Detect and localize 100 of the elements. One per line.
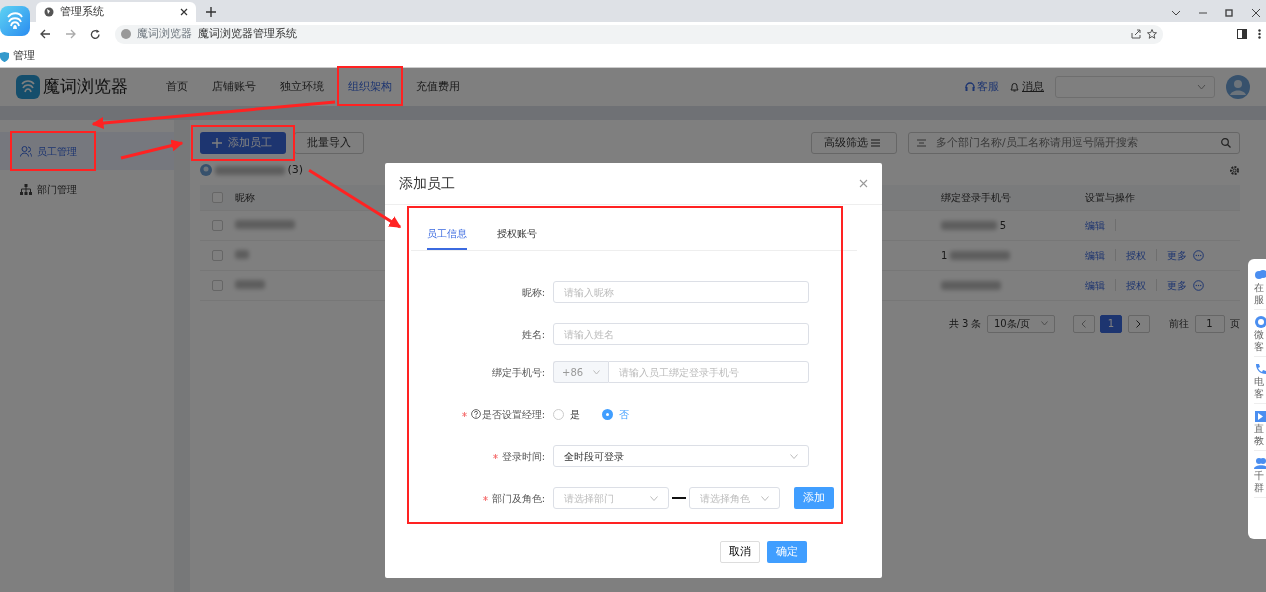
play-icon[interactable] — [1254, 410, 1266, 423]
add-employee-button[interactable]: 添加员工 — [200, 132, 286, 154]
goto-label: 前往 — [1169, 317, 1189, 331]
checkbox[interactable] — [212, 279, 223, 291]
action-link[interactable]: 更多 — [1167, 277, 1187, 293]
star-icon[interactable] — [1146, 29, 1157, 39]
annotation-arrow — [120, 139, 184, 160]
url-text: 魔词浏览器管理系统 — [198, 25, 297, 42]
checkbox[interactable] — [212, 191, 223, 203]
address-bar[interactable]: 魔词浏览器 魔词浏览器管理系统 — [115, 24, 1163, 44]
close-icon[interactable] — [180, 8, 188, 16]
nav-link[interactable]: 店铺账号 — [200, 68, 268, 106]
action-link[interactable]: 更多 — [1167, 247, 1187, 263]
sidebar-icon[interactable] — [1236, 29, 1247, 39]
add-button[interactable]: 添加 — [794, 487, 834, 509]
panel-text: 微 — [1254, 329, 1265, 341]
browser-tab[interactable]: 管理系统 — [36, 2, 196, 22]
chat-icon[interactable] — [1254, 316, 1266, 329]
radio-option[interactable]: 是 — [553, 406, 580, 422]
chevron-down-icon — [593, 369, 600, 375]
total-text: 共 3 条 — [948, 317, 982, 331]
phone-icon[interactable] — [1254, 363, 1266, 376]
field-label: 部门及角色: — [491, 491, 545, 506]
sidebar-item[interactable]: 员工管理 — [0, 132, 174, 170]
people-icon[interactable] — [1254, 457, 1266, 470]
close-icon[interactable] — [1250, 9, 1261, 17]
list-icon — [917, 139, 926, 147]
blurred-text — [950, 250, 1011, 260]
action-link[interactable]: 授权 — [1126, 247, 1146, 263]
hierarchy-icon — [20, 183, 32, 195]
country-code-select[interactable]: +86 — [553, 361, 608, 383]
panel-text: 直 — [1254, 423, 1265, 435]
filter-button[interactable]: 高级筛选 — [811, 132, 897, 154]
blurred-text — [235, 279, 265, 289]
blurred-text — [941, 220, 997, 230]
sidebar-item[interactable]: 部门管理 — [0, 170, 174, 208]
radio-option[interactable]: 否 — [602, 406, 629, 422]
share-icon[interactable] — [1131, 29, 1141, 39]
minimize-icon[interactable] — [1197, 9, 1208, 17]
dialog-title: 添加员工 — [399, 174, 455, 193]
shield-icon — [0, 51, 9, 62]
chevron-down-icon — [1197, 84, 1206, 90]
chevron-down-icon — [790, 453, 798, 459]
more-circle-icon[interactable] — [1193, 249, 1204, 261]
tab[interactable]: 员工信息 — [427, 219, 467, 250]
panel-text: 教 — [1254, 434, 1265, 446]
logo-icon — [16, 75, 40, 99]
action-link[interactable]: 编辑 — [1085, 247, 1105, 263]
messages-link[interactable]: 消息 — [1010, 78, 1044, 96]
restore-icon[interactable] — [1224, 9, 1234, 17]
page-suffix: 页 — [1230, 317, 1240, 331]
people-icon — [20, 145, 32, 157]
text-field[interactable]: 请输入姓名 — [553, 323, 809, 345]
login-time-select[interactable]: 全时段可登录 — [553, 445, 809, 467]
chevron-down-icon — [650, 495, 658, 501]
confirm-button[interactable]: 确定 — [767, 541, 807, 563]
reload-icon[interactable] — [90, 28, 101, 40]
support-link[interactable]: 客服 — [964, 78, 1000, 96]
nav-link[interactable]: 首页 — [154, 68, 200, 106]
page-button[interactable]: 1 — [1100, 314, 1122, 333]
checkbox[interactable] — [212, 249, 223, 261]
more-icon[interactable] — [1257, 29, 1261, 39]
page-size-select[interactable]: 10条/页 — [987, 314, 1055, 333]
logo-text: 魔词浏览器 — [43, 75, 128, 99]
app-logo-icon[interactable] — [0, 6, 30, 36]
cloud-icon[interactable] — [1254, 269, 1266, 282]
back-icon[interactable] — [40, 29, 51, 39]
action-link[interactable]: 编辑 — [1085, 277, 1105, 293]
field-label: 绑定手机号: — [491, 365, 545, 380]
chevron-down-icon[interactable] — [1171, 9, 1181, 17]
checkbox[interactable] — [212, 219, 223, 231]
help-icon[interactable] — [470, 409, 481, 419]
avatar-icon[interactable] — [1226, 75, 1250, 99]
search-icon[interactable] — [1221, 138, 1231, 148]
plus-icon — [212, 138, 222, 148]
import-button[interactable]: 批量导入 — [294, 132, 365, 154]
nav-link[interactable]: 充值费用 — [404, 68, 472, 106]
page-input[interactable]: 1 — [1194, 314, 1225, 333]
site-name: 魔词浏览器 — [137, 25, 192, 42]
chevron-right-icon — [1136, 319, 1141, 328]
count-text: (3) — [287, 162, 304, 178]
new-tab-icon[interactable] — [206, 7, 216, 17]
headset-icon — [964, 82, 975, 92]
blurred-text — [214, 165, 285, 175]
action-link[interactable]: 授权 — [1126, 277, 1146, 293]
site-icon — [121, 29, 131, 39]
dash-separator — [672, 497, 686, 499]
tab[interactable]: 授权账号 — [497, 219, 537, 250]
required-icon — [461, 411, 467, 417]
nav-link[interactable]: 独立环境 — [268, 68, 336, 106]
more-circle-icon[interactable] — [1193, 279, 1204, 291]
field-label: 是否设置经理: — [481, 407, 545, 422]
bookmark-link[interactable]: 管理 — [13, 48, 35, 65]
settings-icon[interactable] — [1229, 164, 1240, 176]
cancel-button[interactable]: 取消 — [719, 541, 760, 563]
blurred-text — [235, 249, 249, 259]
action-link[interactable]: 编辑 — [1085, 217, 1105, 233]
field-label: 姓名: — [521, 327, 545, 342]
phone-text: 1 — [941, 248, 948, 263]
nav-link[interactable]: 组织架构 — [336, 68, 404, 106]
